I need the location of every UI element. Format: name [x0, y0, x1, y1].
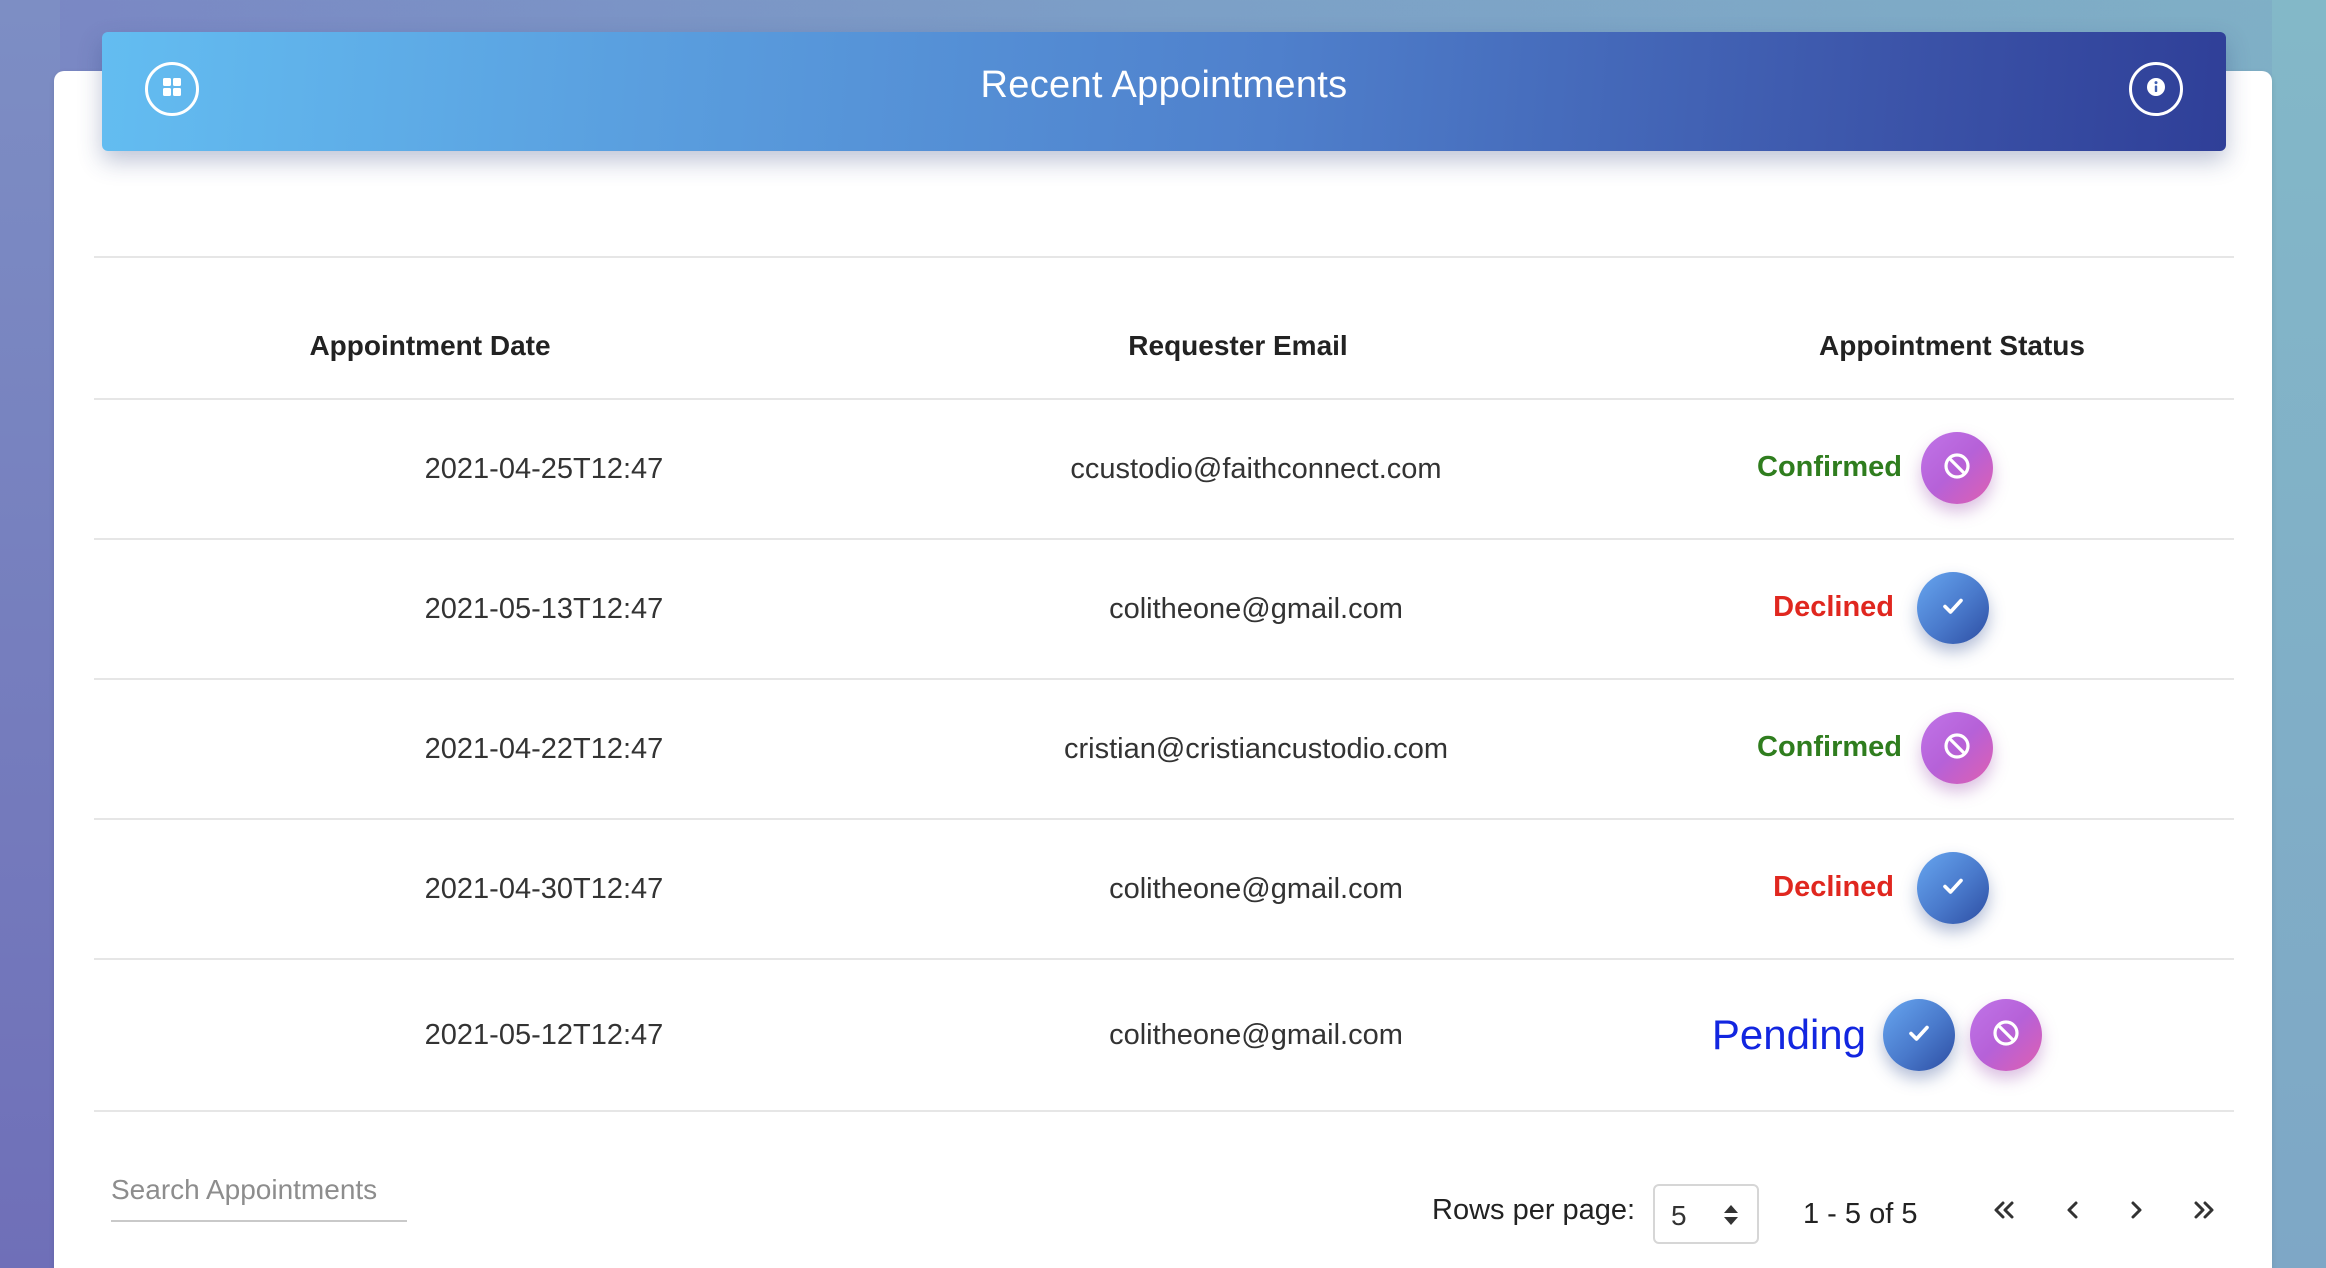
- first-page-button[interactable]: [1984, 1192, 2024, 1232]
- accept-button[interactable]: [1917, 572, 1989, 644]
- chevron-right-icon: [2124, 1198, 2148, 1227]
- double-chevron-right-icon: [2190, 1198, 2218, 1227]
- table-header: Appointment Date Requester Email Appoint…: [94, 258, 2234, 400]
- column-header-status: Appointment Status: [1819, 330, 2085, 361]
- accept-button[interactable]: [1883, 999, 1955, 1071]
- rows-per-page-value: 5: [1671, 1200, 1687, 1231]
- status-badge: Pending: [1711, 1011, 1866, 1058]
- status-badge: Confirmed: [1757, 451, 1902, 483]
- ban-icon: [1991, 1018, 2021, 1053]
- accept-button[interactable]: [1917, 852, 1989, 924]
- decline-button[interactable]: [1970, 999, 2042, 1071]
- search-input[interactable]: [111, 1164, 383, 1216]
- status-badge: Declined: [1773, 871, 1894, 903]
- rows-per-page-label: Rows per page:: [1432, 1194, 1636, 1226]
- ban-icon: [1942, 731, 1972, 766]
- decline-button[interactable]: [1921, 712, 1993, 784]
- search-field: [111, 1160, 407, 1222]
- sort-arrows-icon: [1723, 1203, 1739, 1232]
- check-icon: [1938, 591, 1968, 626]
- rows-per-page-select[interactable]: 5: [1653, 1184, 1759, 1244]
- ban-icon: [1942, 451, 1972, 486]
- info-icon: [2146, 77, 2166, 102]
- appointment-date: 2021-04-30T12:47: [424, 873, 664, 905]
- decline-button[interactable]: [1921, 432, 1993, 504]
- table-row: 2021-04-25T12:47 ccustodio@faithconnect.…: [94, 400, 2234, 540]
- appointment-date: 2021-04-25T12:47: [424, 453, 664, 485]
- card-header: Recent Appointments: [102, 32, 2226, 151]
- check-icon: [1938, 871, 1968, 906]
- info-button[interactable]: [2129, 62, 2183, 116]
- previous-page-button[interactable]: [2053, 1192, 2093, 1232]
- table-row: 2021-04-22T12:47 cristian@cristiancustod…: [94, 680, 2234, 820]
- table-row: 2021-05-12T12:47 colitheone@gmail.com Pe…: [94, 960, 2234, 1112]
- chevron-left-icon: [2061, 1198, 2085, 1227]
- check-icon: [1904, 1018, 1934, 1053]
- next-page-button[interactable]: [2116, 1192, 2156, 1232]
- background-right: [2272, 0, 2326, 1268]
- table-row: 2021-05-13T12:47 colitheone@gmail.com De…: [94, 540, 2234, 680]
- table-row: 2021-04-30T12:47 colitheone@gmail.com De…: [94, 820, 2234, 960]
- double-chevron-left-icon: [1990, 1198, 2018, 1227]
- column-header-date: Appointment Date: [309, 330, 551, 361]
- pagination-range: 1 - 5 of 5: [1803, 1198, 1918, 1230]
- appointment-date: 2021-05-13T12:47: [424, 593, 664, 625]
- status-badge: Declined: [1773, 591, 1894, 623]
- appointment-date: 2021-04-22T12:47: [424, 733, 664, 765]
- last-page-button[interactable]: [2184, 1192, 2224, 1232]
- status-badge: Confirmed: [1757, 731, 1902, 763]
- appointment-date: 2021-05-12T12:47: [424, 1019, 664, 1051]
- background-left: [0, 0, 60, 1268]
- page-title: Recent Appointments: [980, 64, 1348, 106]
